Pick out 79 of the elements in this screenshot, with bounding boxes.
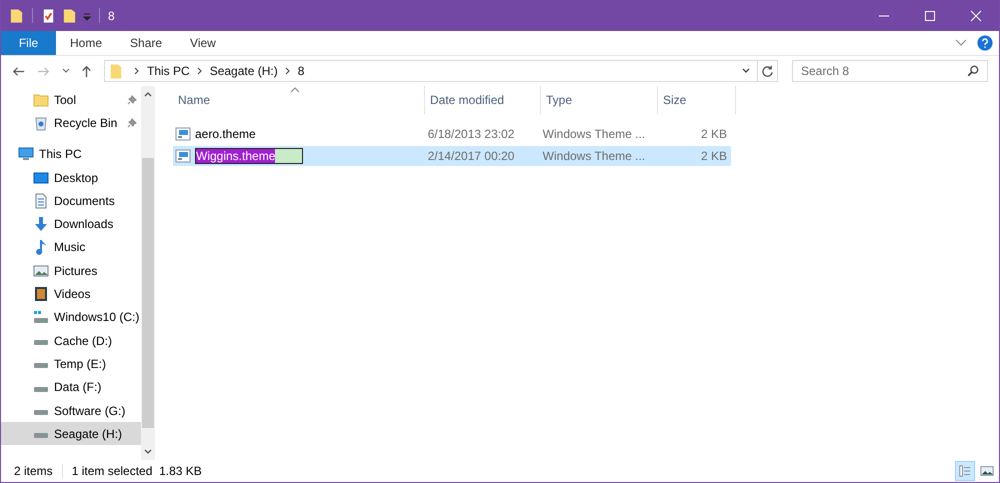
drive-icon [33,409,49,416]
nav-item[interactable]: Tool [1,88,141,112]
file-row[interactable]: aero.theme 6/18/2013 23:02 Windows Theme ... 2 KB [173,124,731,144]
breadcrumb[interactable]: Seagate (H:) [210,64,278,78]
ribbon-tab[interactable]: Share [116,31,176,55]
nav-item[interactable]: Data (F:) [1,376,141,399]
search-field[interactable]: Search 8 [792,60,988,82]
breadcrumb[interactable]: This PC [147,64,190,78]
chevron-icon[interactable] [196,67,204,75]
nav-item[interactable]: Temp (E:) [1,352,141,376]
ribbon-tab[interactable]: Home [56,31,116,55]
scrollbar[interactable] [141,86,155,460]
column-header[interactable]: Name [173,86,425,114]
type-cell-text: Windows Theme ... [542,127,646,141]
type-cell-text: Windows Theme ... [542,149,646,163]
nav-item[interactable]: Software (G:) [1,398,141,422]
pin-icon[interactable] [127,94,137,105]
drive-icon [33,339,49,346]
help-icon[interactable] [977,35,993,51]
theme-file-icon [175,126,191,142]
folder-icon [109,62,123,80]
details-view-button[interactable] [955,461,975,481]
new-folder-icon[interactable] [62,8,77,24]
date-cell-text: 6/18/2013 23:02 [426,127,516,141]
nav-item[interactable]: Desktop [1,166,141,190]
file-row[interactable]: Wiggins.theme 2/14/2017 00:20 Windows Theme ... 2 KB [173,146,731,166]
address-bar[interactable]: This PC Seagate (H:) 8 [104,60,778,82]
refresh-icon [761,64,774,78]
theme-file-icon [175,148,191,164]
file-name: aero.theme [195,127,256,141]
pc-icon [18,146,34,162]
column-header[interactable]: Date modified [425,86,541,114]
chevron-icon[interactable] [284,67,292,75]
folder-icon[interactable] [9,8,24,24]
windrive-icon [33,309,49,326]
file-tab[interactable]: File [1,31,56,55]
videos-icon [33,286,49,302]
nav-item[interactable]: Recycle Bin [1,111,141,135]
breadcrumb[interactable]: 8 [298,64,304,78]
nav-item[interactable]: Cache (D:) [1,328,141,352]
pin-icon[interactable] [127,118,137,128]
scroll-down-icon[interactable] [143,448,153,456]
drive-icon [33,432,49,440]
scroll-up-icon[interactable] [143,90,153,98]
properties-icon[interactable] [41,8,56,24]
sort-icon [290,87,300,93]
chevron-icon[interactable] [133,67,141,75]
desktop-icon [33,170,49,186]
rename-field[interactable]: Wiggins.theme [195,148,303,164]
window-title: 8 [108,8,115,22]
scrollbar-thumb[interactable] [142,158,154,428]
nav-item[interactable]: Music [1,236,141,260]
details-icon [958,464,972,478]
nav-item[interactable]: This PC [1,142,141,166]
expand-ribbon-icon[interactable] [955,39,967,47]
item-count: 2 items [14,464,53,478]
ribbon-tab[interactable]: View [176,31,230,55]
drive-icon [33,386,49,393]
size-cell-text: 2 KB [700,149,728,163]
thumbnails-icon [980,464,994,478]
nav-item[interactable]: Documents [1,189,141,212]
nav-item[interactable]: Windows10 (C:) [1,306,141,329]
folder-icon [33,92,49,108]
column-header[interactable]: Type [541,86,658,114]
size-cell-text: 2 KB [700,127,728,141]
nav-item[interactable]: Pictures [1,259,141,282]
search-icon [967,65,979,77]
recycle-icon [33,114,49,131]
documents-icon [33,192,49,209]
nav-item[interactable]: Videos [1,282,141,306]
column-header[interactable]: Size [658,86,736,114]
dropdown-icon[interactable] [83,12,91,20]
nav-item[interactable]: Seagate (H:) [1,422,141,446]
nav-item[interactable]: Downloads [1,212,141,236]
drive-icon [33,362,49,370]
pictures-icon [33,262,49,279]
date-cell-text: 2/14/2017 00:20 [426,149,516,163]
downloads-icon [33,216,49,232]
selection-info: 1 item selected 1.83 KB [72,464,202,478]
